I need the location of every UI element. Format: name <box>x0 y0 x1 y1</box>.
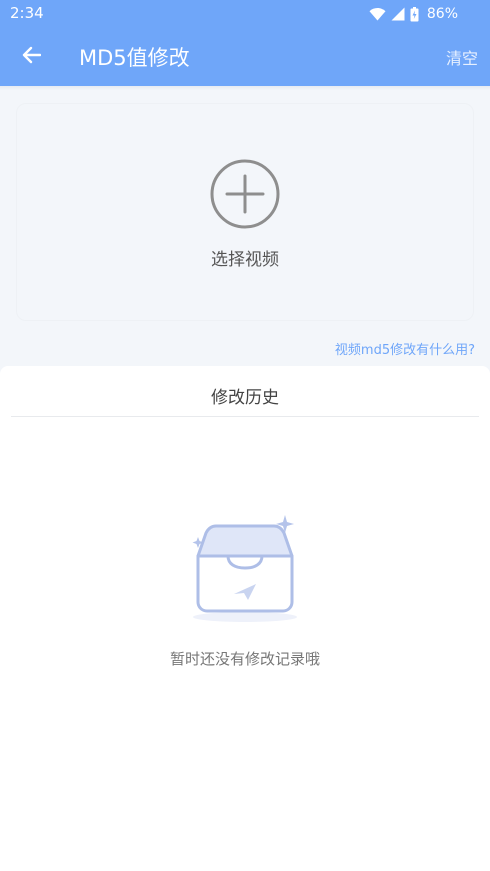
md5-help-link[interactable]: 视频md5修改有什么用? <box>335 339 475 358</box>
app-bar: MD5值修改 清空 <box>0 28 490 86</box>
select-video-card[interactable]: 选择视频 <box>16 103 474 321</box>
status-icons: 86% <box>369 5 458 23</box>
arrow-left-icon <box>21 46 42 68</box>
status-bar: 2:34 86% <box>0 0 490 28</box>
plus-circle-icon <box>209 158 281 230</box>
history-divider <box>11 416 479 417</box>
app-bar-shadow <box>0 86 490 90</box>
history-title: 修改历史 <box>211 388 279 408</box>
status-time: 2:34 <box>10 4 44 22</box>
battery-percent: 86% <box>426 6 458 22</box>
wifi-icon <box>369 7 386 21</box>
empty-history-text: 暂时还没有修改记录哦 <box>169 650 320 668</box>
clear-button[interactable]: 清空 <box>446 45 478 69</box>
page-title: MD5值修改 <box>79 46 190 70</box>
battery-icon <box>410 6 419 22</box>
empty-inbox-icon <box>188 514 302 626</box>
history-panel: 修改历史 暂时还没有修改记录哦 <box>0 366 490 871</box>
select-video-label: 选择视频 <box>211 250 279 270</box>
back-button[interactable] <box>12 38 50 76</box>
signal-icon <box>391 7 405 21</box>
